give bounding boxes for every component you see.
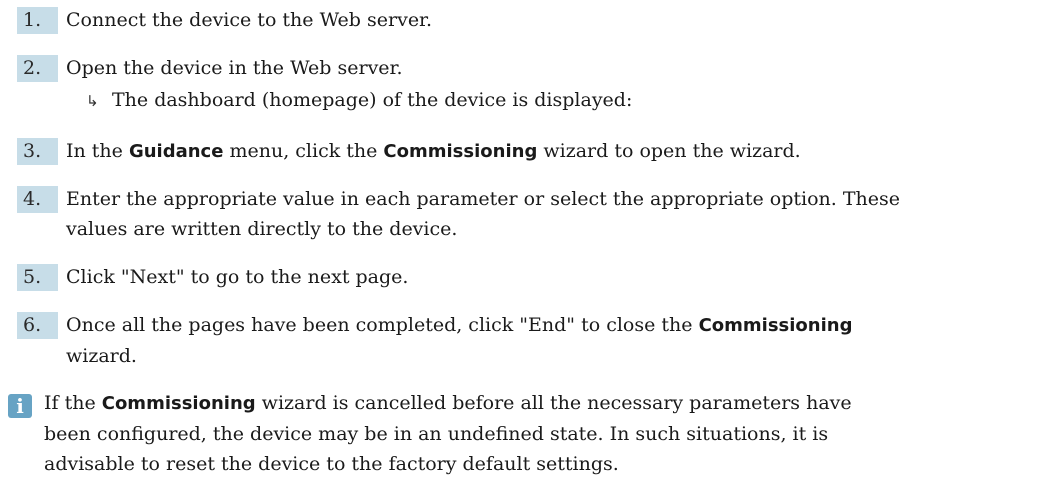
step-line: wizard. <box>66 341 1046 371</box>
text-run: Enter the appropriate value in each para… <box>66 188 900 210</box>
step-line: In the Guidance menu, click the Commissi… <box>66 136 1046 167</box>
text-run: If the <box>44 392 102 414</box>
bold-term: Commissioning <box>383 141 538 162</box>
step-text: Once all the pages have been completed, … <box>66 310 1046 371</box>
step-line: Connect the device to the Web server. <box>66 5 1046 35</box>
note-line: advisable to reset the device to the fac… <box>44 449 852 479</box>
step-number: 3. <box>17 138 58 165</box>
step-number: 5. <box>17 264 58 291</box>
text-run: wizard. <box>66 345 137 367</box>
step-number: 1. <box>17 7 58 34</box>
text-run: Open the device in the Web server. <box>66 57 403 79</box>
step-text: Connect the device to the Web server. <box>66 5 1046 35</box>
text-run: Click "Next" to go to the next page. <box>66 266 409 288</box>
step-text: In the Guidance menu, click the Commissi… <box>66 136 1046 167</box>
note-line: If the Commissioning wizard is cancelled… <box>44 388 852 419</box>
text-run: Once all the pages have been completed, … <box>66 314 699 336</box>
text-run: values are written directly to the devic… <box>66 218 458 240</box>
result-text: The dashboard (homepage) of the device i… <box>112 89 633 111</box>
step-number: 4. <box>17 186 58 213</box>
step-text: Open the device in the Web server. <box>66 53 1046 83</box>
info-icon: i <box>8 394 32 418</box>
step-text: Enter the appropriate value in each para… <box>66 184 1046 244</box>
bold-term: Guidance <box>128 141 224 162</box>
text-run: been configured, the device may be in an… <box>44 423 829 445</box>
result-arrow-icon: ↳ <box>86 92 99 110</box>
bold-term: Commissioning <box>698 315 853 336</box>
text-run: wizard is cancelled before all the neces… <box>255 392 852 414</box>
step-number: 2. <box>17 55 58 82</box>
step-line: Once all the pages have been completed, … <box>66 310 1046 341</box>
bold-term: Commissioning <box>101 393 256 414</box>
text-run: wizard to open the wizard. <box>537 140 801 162</box>
step-text: Click "Next" to go to the next page. <box>66 262 1046 292</box>
text-run: Connect the device to the Web server. <box>66 9 433 31</box>
step-line: Open the device in the Web server. <box>66 53 1046 83</box>
note-text: If the Commissioning wizard is cancelled… <box>44 388 852 479</box>
step-line: values are written directly to the devic… <box>66 214 1046 244</box>
text-run: advisable to reset the device to the fac… <box>44 453 619 475</box>
step-line: Enter the appropriate value in each para… <box>66 184 1046 214</box>
step-line: Click "Next" to go to the next page. <box>66 262 1046 292</box>
step-number: 6. <box>17 312 58 339</box>
note-line: been configured, the device may be in an… <box>44 419 852 449</box>
step-result: ↳ The dashboard (homepage) of the device … <box>86 85 632 116</box>
text-run: In the <box>66 140 129 162</box>
text-run: menu, click the <box>223 140 384 162</box>
